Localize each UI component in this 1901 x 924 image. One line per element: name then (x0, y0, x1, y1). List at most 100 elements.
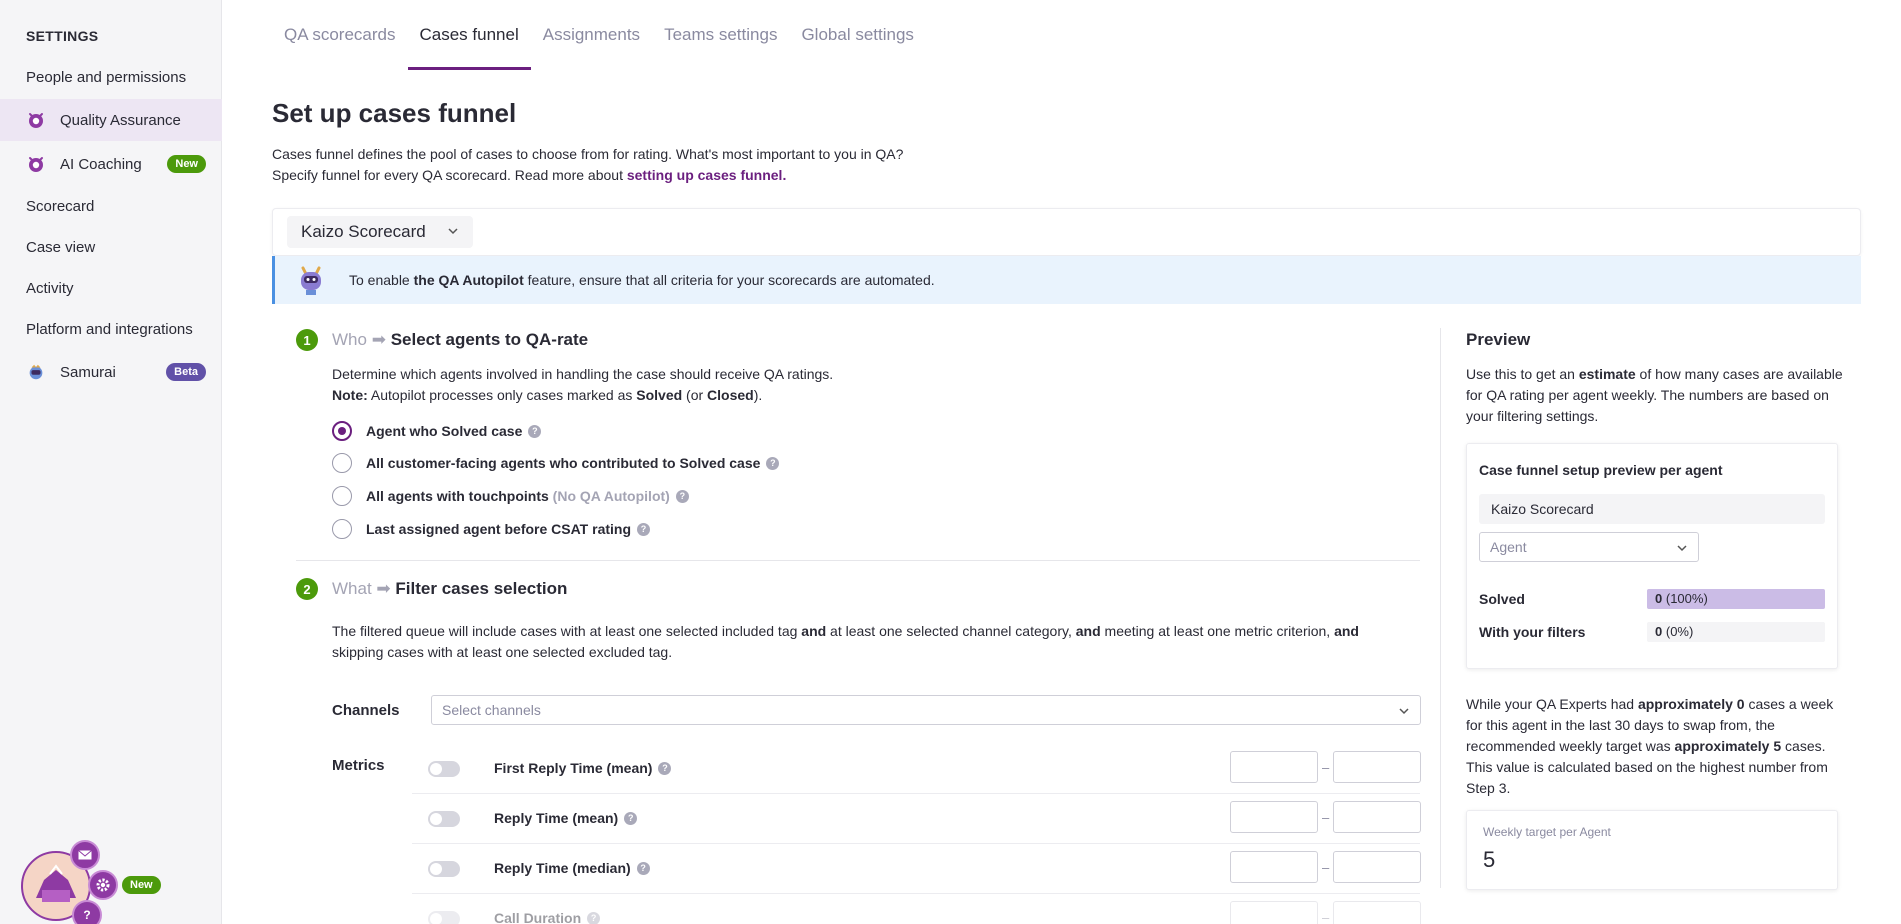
preview-title: Preview (1466, 330, 1531, 349)
metric-min-input[interactable] (1230, 901, 1318, 924)
option-label: Agent who Solved case (366, 423, 523, 439)
range-dash: – (1322, 810, 1330, 825)
note-solved: Solved (636, 387, 683, 403)
radio-button[interactable] (332, 486, 352, 506)
agent-option-last-assigned[interactable]: Last assigned agent before CSAT rating ? (332, 518, 651, 540)
weekly-target-value[interactable]: 5 (1483, 847, 1495, 873)
help-icon[interactable]: ? (675, 489, 689, 503)
metric-name: First Reply Time (mean)? (494, 760, 672, 776)
sidebar-item-activity[interactable]: Activity (0, 267, 222, 309)
stat-value: 0 (100%) (1655, 591, 1708, 606)
help-icon[interactable]: ? (624, 811, 638, 825)
metric-min-input[interactable] (1230, 851, 1318, 883)
weekly-strong: approximately 0 (1637, 696, 1745, 712)
sidebar-item-label: Case view (26, 238, 96, 256)
stat-count: 0 (1655, 624, 1663, 639)
metric-min-input[interactable] (1230, 751, 1318, 783)
desc-part: at least one selected channel category, (826, 623, 1076, 639)
beta-badge: Beta (166, 363, 206, 381)
metric-name: Reply Time (median)? (494, 860, 650, 876)
sidebar-item-ai-coaching[interactable]: AI Coaching New (0, 143, 222, 185)
step-1-who: Who (332, 330, 367, 349)
metric-max-input[interactable] (1333, 801, 1421, 833)
description-line: Cases funnel defines the pool of cases t… (272, 146, 904, 162)
metric-toggle[interactable] (428, 811, 460, 827)
ai-coaching-icon (26, 154, 46, 174)
settings-gear-icon[interactable] (88, 870, 118, 900)
step-2-what: What (332, 579, 372, 598)
metric-max-input[interactable] (1333, 751, 1421, 783)
chevron-down-icon (448, 228, 458, 235)
message-icon[interactable] (70, 840, 100, 870)
help-icon[interactable]: ? (528, 424, 542, 438)
banner-text: To enable the QA Autopilot feature, ensu… (349, 272, 935, 288)
stat-label: With your filters (1479, 624, 1586, 640)
weekly-target-card[interactable]: Weekly target per Agent 5 (1466, 810, 1838, 890)
robot-mascot-icon (301, 266, 321, 295)
metrics-label: Metrics (332, 757, 385, 774)
agent-option-all-customer-facing[interactable]: All customer-facing agents who contribut… (332, 452, 780, 474)
tab-cases-funnel[interactable]: Cases funnel (407, 0, 531, 70)
step-2-heading: Filter cases selection (395, 579, 568, 598)
channels-select[interactable]: Select channels (431, 695, 1421, 725)
option-suffix: (No QA Autopilot) (552, 488, 670, 504)
step-2-title: What ➡ Filter cases selection (332, 579, 567, 599)
sidebar-item-platform-integrations[interactable]: Platform and integrations (0, 308, 222, 350)
description-line: Specify funnel for every QA scorecard. R… (272, 165, 903, 186)
desc-part: meeting at least one metric criterion, (1100, 623, 1335, 639)
radio-button[interactable] (332, 421, 352, 441)
samurai-icon (26, 362, 46, 382)
card-title: Case funnel setup preview per agent (1479, 462, 1723, 478)
sidebar-heading: SETTINGS (26, 28, 99, 44)
agent-select[interactable]: Agent (1479, 532, 1699, 562)
desc-and: and (1334, 623, 1359, 639)
setup-funnel-link[interactable]: setting up cases funnel. (627, 167, 786, 183)
sidebar-item-samurai[interactable]: Samurai Beta (0, 351, 222, 393)
sidebar-item-label: Platform and integrations (26, 320, 193, 338)
note-text: (or (682, 387, 708, 403)
section-divider (296, 560, 1420, 561)
arrow-right-icon: ➡ (371, 330, 386, 349)
tab-assignments[interactable]: Assignments (531, 0, 652, 70)
help-icon[interactable]: ? (72, 900, 102, 924)
new-badge: New (122, 876, 161, 894)
metric-name: Call Duration? (494, 910, 601, 924)
metric-label: Reply Time (median) (494, 860, 631, 876)
metric-max-input[interactable] (1333, 851, 1421, 883)
sidebar-item-case-view[interactable]: Case view (0, 226, 222, 268)
channels-label: Channels (332, 702, 400, 719)
stat-row-filters: With your filters 0 (0%) (1479, 622, 1825, 642)
metric-name: Reply Time (mean)? (494, 810, 638, 826)
help-icon[interactable]: ? (658, 761, 672, 775)
description-text: Specify funnel for every QA scorecard. R… (272, 167, 627, 183)
radio-button[interactable] (332, 453, 352, 473)
sidebar-item-scorecard[interactable]: Scorecard (0, 185, 222, 227)
help-icon[interactable]: ? (587, 911, 601, 924)
metric-min-input[interactable] (1230, 801, 1318, 833)
agent-option-solved[interactable]: Agent who Solved case ? (332, 420, 542, 442)
filter-description-line: skipping cases with at least one selecte… (332, 644, 673, 660)
agent-option-all-touchpoints[interactable]: All agents with touchpoints (No QA Autop… (332, 485, 689, 507)
stat-count: 0 (1655, 591, 1663, 606)
help-icon[interactable]: ? (637, 522, 651, 536)
metric-toggle[interactable] (428, 911, 460, 924)
tab-teams-settings[interactable]: Teams settings (652, 0, 789, 70)
help-icon[interactable]: ? (636, 861, 650, 875)
metric-toggle[interactable] (428, 761, 460, 777)
range-dash: – (1322, 860, 1330, 875)
stat-bar: 0 (100%) (1647, 589, 1825, 609)
sidebar-item-quality-assurance[interactable]: Quality Assurance (0, 99, 222, 141)
stat-bar: 0 (0%) (1647, 622, 1825, 642)
tab-qa-scorecards[interactable]: QA scorecards (272, 0, 408, 70)
sidebar-item-people-permissions[interactable]: People and permissions (0, 56, 222, 98)
filter-description-line: The filtered queue will include cases wi… (332, 621, 1422, 642)
metric-row-reply-time-mean: Reply Time (mean)? – (412, 794, 1421, 844)
sidebar-item-label: Samurai (60, 363, 116, 381)
radio-button[interactable] (332, 519, 352, 539)
help-icon[interactable]: ? (766, 456, 780, 470)
metric-max-input[interactable] (1333, 901, 1421, 924)
tab-global-settings[interactable]: Global settings (789, 0, 925, 70)
metric-toggle[interactable] (428, 861, 460, 877)
scorecard-dropdown[interactable]: Kaizo Scorecard (287, 216, 473, 248)
sidebar-item-label: Activity (26, 279, 74, 297)
